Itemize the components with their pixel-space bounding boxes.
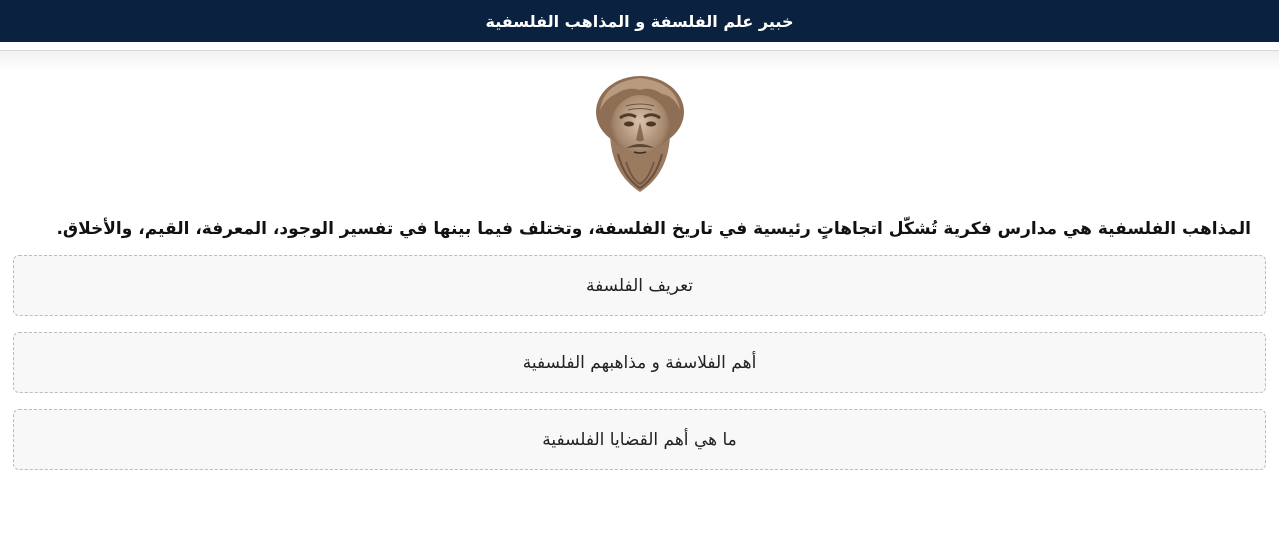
intro-text: المذاهب الفلسفية هي مدارس فكرية تُشكّل ا…	[56, 219, 1251, 239]
divider-shadow	[0, 51, 1279, 71]
option-button-philosophical-issues[interactable]: ما هي أهم القضايا الفلسفية	[13, 409, 1266, 470]
option-button-philosophers-schools[interactable]: أهم الفلاسفة و مذاهبهم الفلسفية	[13, 332, 1266, 393]
philosopher-bust-image	[595, 76, 684, 192]
option-label: ما هي أهم القضايا الفلسفية	[542, 429, 737, 450]
option-label: تعريف الفلسفة	[585, 275, 694, 296]
option-label: أهم الفلاسفة و مذاهبهم الفلسفية	[522, 352, 757, 373]
header-title: خبير علم الفلسفة و المذاهب الفلسفية	[485, 11, 794, 31]
option-button-philosophy-definition[interactable]: تعريف الفلسفة	[13, 255, 1266, 316]
app-header: خبير علم الفلسفة و المذاهب الفلسفية	[0, 0, 1279, 42]
main-content: المذاهب الفلسفية هي مدارس فكرية تُشكّل ا…	[0, 74, 1279, 486]
philosopher-image-wrap	[0, 74, 1279, 197]
options-list: تعريف الفلسفة أهم الفلاسفة و مذاهبهم الف…	[13, 255, 1266, 486]
